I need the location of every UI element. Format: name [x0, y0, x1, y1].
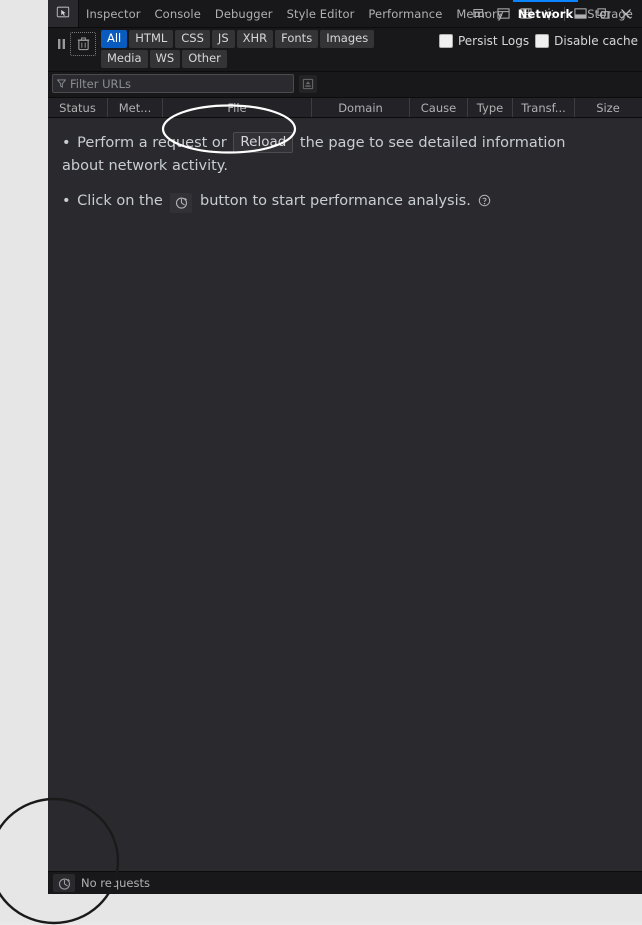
disable-cache-checkbox-box[interactable] — [535, 34, 550, 48]
filter-toolbar-right: Persist Logs Disable cache — [438, 34, 642, 48]
status-performance-analysis-button[interactable] — [53, 874, 75, 892]
import-har-icon — [302, 78, 314, 89]
empty-message-line1-part1: Perform a request or — [77, 135, 227, 151]
requests-column-headers: Status Met... File Domain Cause Type Transf...… — [48, 98, 642, 118]
type-filter-all[interactable]: All — [101, 30, 128, 48]
no-requests-label: No requests — [81, 876, 150, 890]
empty-message-line2-part2: button to start performance analysis. — [200, 193, 471, 209]
persist-logs-checkbox[interactable]: Persist Logs — [438, 34, 530, 48]
devtools-tab-style-editor[interactable]: Style Editor — [280, 0, 362, 27]
column-header-file[interactable]: File — [163, 98, 312, 117]
requests-empty-state: • Perform a request or Reload the page t… — [48, 118, 642, 871]
devtools-tab-debugger[interactable]: Debugger — [208, 0, 280, 27]
type-filter-images[interactable]: Images — [320, 30, 375, 48]
trash-icon — [77, 37, 89, 51]
column-header-transf[interactable]: Transf... — [513, 98, 575, 117]
bullet-2: • — [62, 193, 71, 209]
devtools-tab-performance[interactable]: Performance — [361, 0, 449, 27]
type-filter-fonts[interactable]: Fonts — [275, 30, 319, 48]
element-picker-icon — [56, 4, 70, 23]
devtools-tab-console[interactable]: Console — [148, 0, 208, 27]
persist-logs-label: Persist Logs — [457, 34, 530, 48]
type-filter-other[interactable]: Other — [182, 50, 227, 68]
reload-key-badge[interactable]: Reload — [233, 132, 294, 153]
clear-requests-button[interactable] — [70, 32, 96, 56]
devtools-tab-list: Inspector Console Debugger Style Editor Perf… — [79, 0, 633, 27]
devtools-tab-storage[interactable]: Storage — [580, 0, 640, 27]
empty-message-line-1: • Perform a request or Reload the page t… — [62, 132, 602, 178]
filter-urls-input[interactable]: Filter URLs — [52, 74, 294, 93]
request-type-filter-group: All HTML CSS JS XHR Fonts Images Media WS Other — [101, 30, 411, 68]
type-filter-js[interactable]: JS — [211, 30, 235, 48]
type-filter-html[interactable]: HTML — [129, 30, 174, 48]
filter-toolbar-left: All HTML CSS JS XHR Fonts Images Media WS Other — [48, 30, 439, 68]
filter-urls-placeholder: Filter URLs — [70, 76, 131, 91]
funnel-icon — [57, 79, 66, 88]
disable-cache-checkbox[interactable]: Disable cache — [535, 34, 638, 48]
column-header-status[interactable]: Status — [48, 98, 108, 117]
devtools-tab-inspector[interactable]: Inspector — [79, 0, 148, 27]
help-circle-icon[interactable] — [478, 194, 491, 207]
empty-message-line2-part1: Click on the — [77, 193, 163, 209]
network-status-bar: No requests — [48, 871, 642, 894]
type-filter-css[interactable]: CSS — [175, 30, 210, 48]
type-filter-media[interactable]: Media — [101, 50, 148, 68]
element-picker-button[interactable] — [48, 0, 79, 27]
disable-cache-label: Disable cache — [554, 34, 638, 48]
devtools-tab-network[interactable]: Network — [511, 0, 580, 27]
devtools-panel: Inspector Console Debugger Style Editor Perf… — [48, 0, 642, 894]
import-har-button[interactable] — [299, 74, 317, 93]
column-header-met[interactable]: Met... — [108, 98, 163, 117]
pause-button[interactable] — [52, 32, 70, 56]
column-header-domain[interactable]: Domain — [312, 98, 410, 117]
performance-analysis-icon — [58, 877, 70, 890]
persist-logs-checkbox-box[interactable] — [438, 34, 453, 48]
devtools-toolbar: Inspector Console Debugger Style Editor Perf… — [48, 0, 642, 28]
performance-analysis-button[interactable] — [170, 192, 193, 213]
devtools-tab-memory[interactable]: Memory — [449, 0, 510, 27]
empty-message-line-2: • Click on the button to start performan… — [62, 190, 602, 213]
column-header-type[interactable]: Type — [468, 98, 513, 117]
network-filter-toolbar: All HTML CSS JS XHR Fonts Images Media WS Other P… — [48, 28, 642, 72]
bullet-1: • — [62, 135, 71, 151]
column-header-size[interactable]: Size — [575, 98, 641, 117]
pause-icon — [57, 39, 65, 49]
type-filter-xhr[interactable]: XHR — [236, 30, 274, 48]
type-filter-ws[interactable]: WS — [149, 50, 181, 68]
column-header-cause[interactable]: Cause — [410, 98, 468, 117]
url-filter-row: Filter URLs — [48, 72, 642, 98]
performance-analysis-icon — [175, 197, 187, 209]
